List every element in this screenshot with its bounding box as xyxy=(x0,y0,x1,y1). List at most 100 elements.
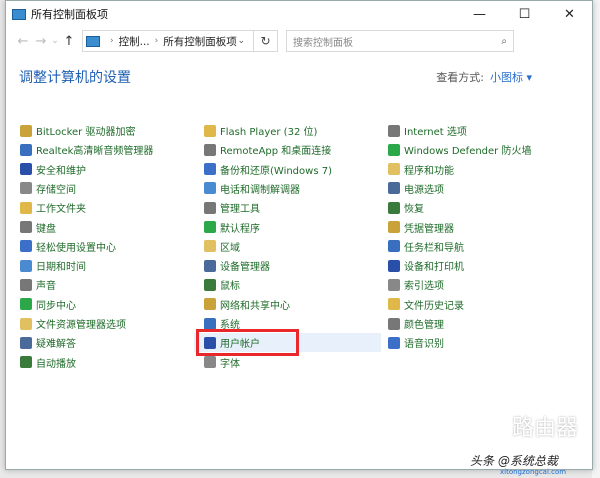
control-panel-item-icon xyxy=(388,201,400,214)
close-button[interactable]: ✕ xyxy=(547,1,592,27)
control-panel-item[interactable]: 鼠标 xyxy=(204,275,240,294)
chevron-right-icon: › xyxy=(110,36,114,46)
control-panel-item[interactable]: 文件资源管理器选项 xyxy=(20,314,126,333)
control-panel-item-label: 字体 xyxy=(220,358,240,370)
breadcrumb-all-items[interactable]: 所有控制面板项 xyxy=(163,34,237,49)
control-panel-item-icon xyxy=(388,317,400,330)
control-panel-item-label: 文件历史记录 xyxy=(404,300,464,312)
control-panel-item-label: Flash Player (32 位) xyxy=(220,127,318,138)
watermark-logo-text: 路由器 xyxy=(512,416,579,441)
control-panel-item-label: 任务栏和导航 xyxy=(404,242,464,254)
back-button[interactable]: ← xyxy=(14,34,32,49)
control-panel-item[interactable]: BitLocker 驱动器加密 xyxy=(20,121,135,140)
refresh-button[interactable]: ↻ xyxy=(254,30,278,52)
control-panel-item-icon xyxy=(388,278,400,291)
control-panel-item-label: 程序和功能 xyxy=(404,165,454,177)
annotation-red-box xyxy=(196,329,299,356)
control-panel-item-label: 管理工具 xyxy=(220,204,260,216)
control-panel-item-label: 工作文件夹 xyxy=(36,204,86,216)
control-panel-item[interactable]: 存储空间 xyxy=(20,179,76,198)
control-panel-item-icon xyxy=(20,124,32,137)
control-panel-item-label: 语音识别 xyxy=(404,339,444,351)
control-panel-item-label: BitLocker 驱动器加密 xyxy=(36,127,136,138)
control-panel-item[interactable]: Realtek高清晰音频管理器 xyxy=(20,140,153,159)
control-panel-item[interactable]: 默认程序 xyxy=(204,218,260,237)
control-panel-item-icon xyxy=(388,298,400,311)
control-panel-item-label: 文件资源管理器选项 xyxy=(36,320,126,331)
control-panel-item-icon xyxy=(204,278,216,291)
control-panel-item-label: 轻松使用设置中心 xyxy=(36,242,116,254)
control-panel-item[interactable]: 键盘 xyxy=(20,218,56,237)
control-panel-item[interactable]: 凭据管理器 xyxy=(388,218,454,237)
control-panel-item-label: 疑难解答 xyxy=(36,339,76,351)
control-panel-item-icon xyxy=(20,143,32,156)
search-icon[interactable]: ⌕ xyxy=(501,36,507,47)
control-panel-item-label: 键盘 xyxy=(36,223,56,235)
control-panel-item[interactable]: RemoteApp 和桌面连接 xyxy=(204,140,331,159)
control-panel-item-label: 设备管理器 xyxy=(220,262,270,274)
control-panel-item[interactable]: 颜色管理 xyxy=(388,314,444,333)
view-by-dropdown[interactable]: 小图标 ▾ xyxy=(490,71,532,84)
control-panel-item-icon xyxy=(20,278,32,291)
control-panel-item[interactable]: 文件历史记录 xyxy=(388,295,464,314)
control-panel-item-icon xyxy=(204,221,216,233)
control-panel-item[interactable]: 区域 xyxy=(204,237,240,256)
control-panel-item[interactable]: 自动播放 xyxy=(20,353,76,372)
control-panel-item[interactable]: 管理工具 xyxy=(204,198,260,217)
control-panel-item-icon xyxy=(20,317,32,330)
control-panel-item[interactable]: 索引选项 xyxy=(388,275,444,294)
control-panel-item[interactable]: 声音 xyxy=(20,275,56,294)
chevron-down-icon[interactable]: ⌄ xyxy=(237,36,245,46)
control-panel-icon xyxy=(12,8,26,20)
control-panel-item[interactable]: 设备管理器 xyxy=(204,256,270,275)
control-panel-item-icon xyxy=(20,221,32,233)
control-panel-item-label: 备份和还原(Windows 7) xyxy=(220,165,332,177)
search-placeholder: 搜索控制面板 xyxy=(293,37,353,49)
control-panel-item[interactable]: 程序和功能 xyxy=(388,160,454,179)
control-panel-item-icon xyxy=(204,143,216,156)
control-panel-item[interactable]: 疑难解答 xyxy=(20,333,76,352)
address-bar[interactable]: › 控制... › 所有控制面板项 ⌄ xyxy=(82,30,254,52)
control-panel-icon xyxy=(86,35,100,47)
control-panel-item-icon xyxy=(388,221,400,233)
title-bar: 所有控制面板项 — ☐ ✕ xyxy=(6,1,592,27)
control-panel-item[interactable]: Flash Player (32 位) xyxy=(204,121,317,140)
control-panel-item-icon xyxy=(204,240,216,253)
recent-locations-button[interactable]: ⌄ xyxy=(50,36,60,46)
control-panel-item[interactable]: 同步中心 xyxy=(20,295,76,314)
watermark: 路由器 头条 @系统总裁 xitongzongcai.com xyxy=(460,400,600,478)
control-panel-item[interactable]: 任务栏和导航 xyxy=(388,237,464,256)
control-panel-item[interactable]: 语音识别 xyxy=(388,333,444,352)
control-panel-item-label: 默认程序 xyxy=(220,223,260,235)
control-panel-item-icon xyxy=(204,163,216,176)
control-panel-item[interactable]: 工作文件夹 xyxy=(20,198,86,217)
control-panel-item[interactable]: 日期和时间 xyxy=(20,256,86,275)
control-panel-item[interactable]: 电源选项 xyxy=(388,179,444,198)
up-button[interactable]: ↑ xyxy=(60,34,78,49)
page-title: 调整计算机的设置 xyxy=(19,70,131,86)
control-panel-item-icon xyxy=(204,201,216,214)
control-panel-item-icon xyxy=(204,124,216,137)
control-panel-item[interactable]: 恢复 xyxy=(388,198,424,217)
control-panel-item-label: 鼠标 xyxy=(220,281,240,293)
control-panel-item-icon xyxy=(20,182,32,195)
control-panel-item[interactable]: 安全和维护 xyxy=(20,160,86,179)
breadcrumb-control-panel[interactable]: 控制... xyxy=(119,34,150,49)
control-panel-item-label: 自动播放 xyxy=(36,358,76,370)
router-logo-icon xyxy=(460,405,504,449)
control-panel-item[interactable]: Windows Defender 防火墙 xyxy=(388,140,531,159)
control-panel-item[interactable]: 网络和共享中心 xyxy=(204,295,290,314)
maximize-button[interactable]: ☐ xyxy=(502,1,547,27)
control-panel-item[interactable]: Internet 选项 xyxy=(388,121,467,140)
control-panel-item-icon xyxy=(20,298,32,311)
control-panel-item[interactable]: 设备和打印机 xyxy=(388,256,464,275)
control-panel-item[interactable]: 备份和还原(Windows 7) xyxy=(204,160,332,179)
minimize-button[interactable]: — xyxy=(457,1,502,27)
control-panel-item[interactable]: 电话和调制解调器 xyxy=(204,179,300,198)
control-panel-item-icon xyxy=(20,201,32,214)
control-panel-item[interactable]: 轻松使用设置中心 xyxy=(20,237,116,256)
forward-button[interactable]: → xyxy=(32,34,50,49)
search-input[interactable]: 搜索控制面板 ⌕ xyxy=(286,30,514,52)
control-panel-item-label: 安全和维护 xyxy=(36,165,86,177)
control-panel-item-icon xyxy=(388,182,400,195)
